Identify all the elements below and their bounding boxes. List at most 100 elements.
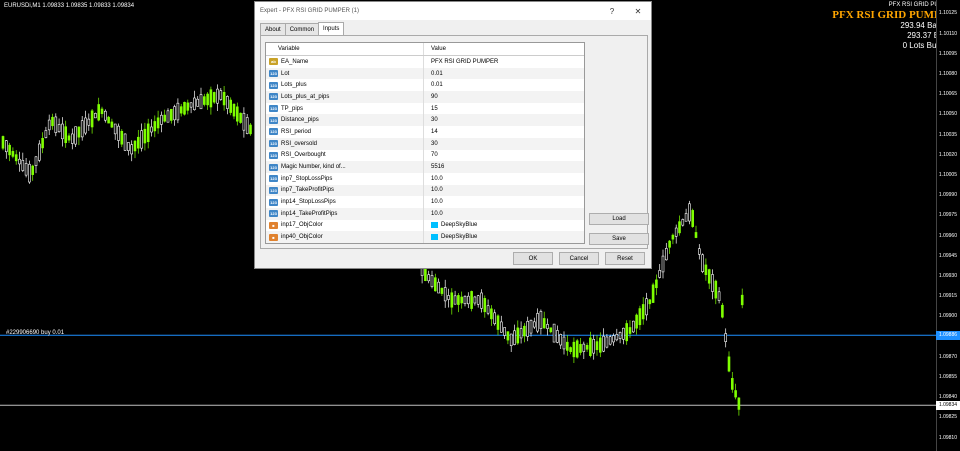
input-variable-cell[interactable]: 123 inp14_TakeProfitPips: [266, 207, 424, 220]
input-row[interactable]: 123 Lot 0.01: [266, 67, 584, 80]
candle-body: [691, 210, 695, 227]
input-row[interactable]: 123 Lots_plus_at_pips 90: [266, 91, 584, 103]
input-variable-name: Lots_plus: [281, 82, 307, 89]
symbol-info: EURUSDi,M1 1.09833 1.09835 1.09833 1.098…: [4, 3, 135, 9]
input-row[interactable]: ab EA_Name PFX RSI GRID PUMPER: [266, 56, 584, 68]
input-row[interactable]: 123 RSI_Overbought 70: [266, 149, 584, 162]
price-tick-label: 1.09810: [938, 434, 957, 441]
cancel-button[interactable]: Cancel: [559, 252, 599, 265]
input-value-cell[interactable]: 0.01: [424, 79, 584, 91]
candle-body: [54, 116, 58, 133]
input-value-cell[interactable]: PFX RSI GRID PUMPER: [424, 56, 584, 68]
input-value-cell[interactable]: 30: [424, 138, 584, 150]
input-value-cell[interactable]: 0.01: [424, 68, 584, 80]
candle-body: [424, 267, 427, 281]
input-variable-cell[interactable]: 123 Lots_plus: [266, 79, 424, 92]
candle-body: [460, 296, 464, 304]
input-row[interactable]: 123 TP_pips 15: [266, 102, 584, 115]
input-value-cell[interactable]: 90: [424, 91, 584, 103]
price-axis[interactable]: 1.10125 1.10110 1.10095 1.10080 1.10065 1.100…: [936, 0, 960, 451]
input-value-cell[interactable]: 10.0: [424, 208, 584, 220]
candle-body: [163, 114, 166, 122]
candle-body: [546, 324, 549, 329]
input-variable-cell[interactable]: 123 RSI_Overbought: [266, 149, 424, 162]
candle-body: [24, 163, 28, 176]
candle-body: [519, 328, 523, 339]
input-variable-cell[interactable]: 123 RSI_period: [266, 126, 424, 138]
string-type-icon: ab: [269, 58, 278, 66]
input-value-cell[interactable]: 15: [424, 103, 584, 115]
input-row[interactable]: ■ inp40_ObjColor DeepSkyBlue: [266, 231, 584, 243]
input-row[interactable]: 123 inp14_StopLossPips 10.0: [266, 196, 584, 208]
number-type-icon: 123: [269, 105, 278, 113]
candle-body: [509, 333, 513, 347]
dialog-titlebar[interactable]: Expert - PFX RSI GRID PUMPER (1) ? ✕: [255, 2, 651, 20]
candle-body: [150, 126, 153, 133]
input-row[interactable]: 123 Distance_pips 30: [266, 114, 584, 127]
input-row[interactable]: 123 RSI_oversold 30: [266, 137, 584, 150]
input-variable-cell[interactable]: 123 RSI_oversold: [266, 137, 424, 150]
input-row[interactable]: 123 inp7_StopLossPips 10.0: [266, 172, 584, 185]
input-value: 70: [431, 152, 438, 159]
candle-body: [704, 264, 708, 275]
input-variable-cell[interactable]: ■ inp40_ObjColor: [266, 231, 424, 243]
input-row[interactable]: ■ inp17_ObjColor DeepSkyBlue: [266, 219, 584, 232]
load-button[interactable]: Load: [589, 213, 649, 225]
input-variable-cell[interactable]: ab EA_Name: [266, 56, 424, 68]
candle-body: [196, 98, 199, 107]
candle-body: [219, 90, 223, 100]
candle-body: [77, 126, 81, 138]
candle-body: [117, 125, 120, 141]
input-variable-cell[interactable]: 123 Lot: [266, 67, 424, 80]
candle-body: [179, 106, 183, 114]
reset-button[interactable]: Reset: [605, 252, 645, 265]
input-variable-cell[interactable]: 123 Distance_pips: [266, 114, 424, 127]
candle-body: [618, 332, 622, 339]
input-value-cell[interactable]: 30: [424, 114, 584, 126]
input-value-cell[interactable]: 14: [424, 126, 584, 138]
input-value-cell[interactable]: DeepSkyBlue: [424, 220, 584, 232]
candle-body: [457, 295, 460, 305]
price-tick-label: 1.10110: [939, 30, 957, 37]
candle-body: [724, 333, 728, 342]
save-button[interactable]: Save: [589, 233, 649, 245]
price-tick-label: 1.10095: [938, 50, 957, 57]
input-variable-cell[interactable]: ■ inp17_ObjColor: [266, 219, 424, 232]
ok-button[interactable]: OK: [513, 252, 553, 265]
column-header-variable[interactable]: Variable: [266, 43, 424, 55]
candle-body: [740, 294, 744, 306]
input-row[interactable]: 123 RSI_period 14: [266, 126, 584, 138]
number-type-icon: 123: [269, 210, 278, 218]
input-variable-cell[interactable]: 123 TP_pips: [266, 102, 424, 115]
input-variable-cell[interactable]: 123 inp14_StopLossPips: [266, 196, 424, 208]
input-variable-cell[interactable]: 123 Lots_plus_at_pips: [266, 91, 424, 103]
input-row[interactable]: 123 inp14_TakeProfitPips 10.0: [266, 207, 584, 220]
column-header-value[interactable]: Value: [424, 43, 584, 55]
input-row[interactable]: 123 Lots_plus 0.01: [266, 79, 584, 92]
input-row[interactable]: 123 inp7_TakeProfitPips 10.0: [266, 184, 584, 197]
candle-body: [536, 313, 539, 332]
input-value-cell[interactable]: 10.0: [424, 185, 584, 197]
tab-inputs[interactable]: Inputs: [318, 22, 345, 36]
input-variable-cell[interactable]: 123 Magic Number, kind of...: [266, 161, 424, 173]
candle-body: [226, 96, 229, 109]
input-variable-cell[interactable]: 123 inp7_StopLossPips: [266, 172, 424, 185]
candle-body: [539, 311, 543, 330]
input-value-cell[interactable]: 10.0: [424, 173, 584, 185]
candle-body: [8, 144, 11, 156]
input-value-cell[interactable]: 5516: [424, 161, 584, 173]
input-value-cell[interactable]: DeepSkyBlue: [424, 231, 584, 243]
price-tick-label: 1.09900: [938, 313, 957, 320]
candle-body: [664, 248, 668, 261]
candle-body: [598, 337, 602, 353]
help-button[interactable]: ?: [599, 7, 625, 16]
input-value-cell[interactable]: 70: [424, 150, 584, 162]
input-value-cell[interactable]: 10.0: [424, 196, 584, 208]
candle-body: [595, 341, 599, 351]
input-row[interactable]: 123 Magic Number, kind of... 5516: [266, 161, 584, 173]
close-button[interactable]: ✕: [625, 7, 651, 16]
number-type-icon: 123: [269, 93, 278, 101]
input-variable-cell[interactable]: 123 inp7_TakeProfitPips: [266, 184, 424, 197]
color-swatch: [431, 222, 438, 229]
candle-body: [427, 274, 431, 282]
